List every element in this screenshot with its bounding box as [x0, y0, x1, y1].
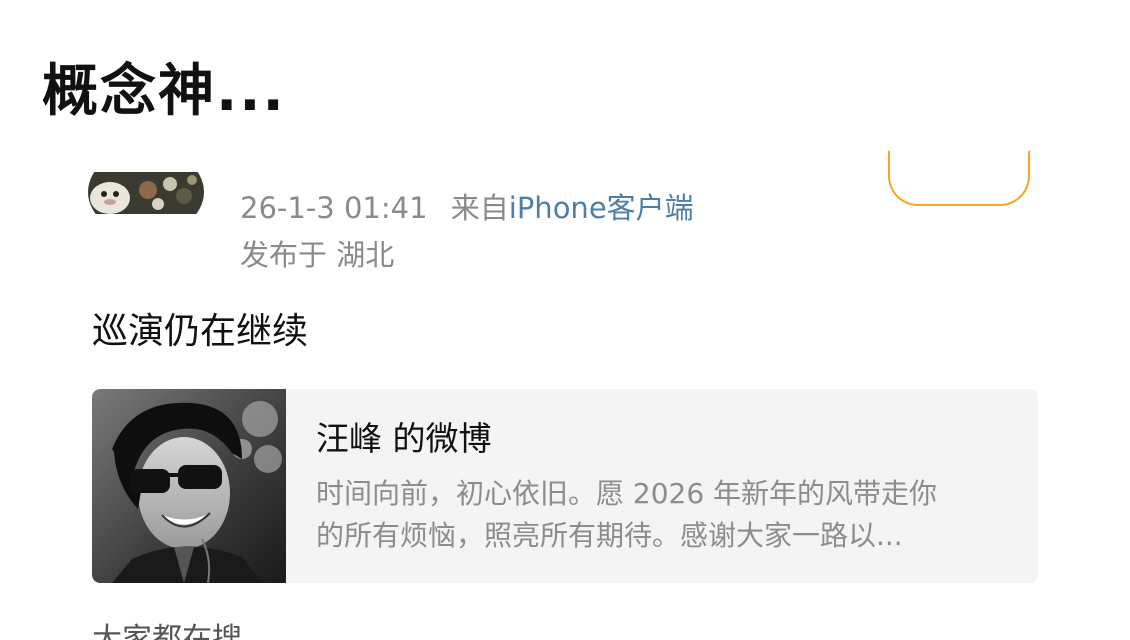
page: 概念神... 26-1-3 01:41 来自iPhone客户端 发布于 湖北 巡… — [0, 0, 1130, 640]
page-title: 概念神... — [42, 59, 286, 124]
post-meta: 26-1-3 01:41 来自iPhone客户端 — [240, 190, 694, 226]
post-source-link[interactable]: iPhone客户端 — [509, 191, 694, 225]
post-source-prefix: 来自 — [450, 191, 509, 225]
post-text: 巡演仍在继续 — [92, 311, 309, 352]
hot-search-heading: 大家都在搜 — [92, 622, 242, 640]
card-description-line: 时间向前，初心依旧。愿 2026 年新年的风带走你 — [316, 477, 938, 510]
follow-button[interactable] — [888, 150, 1030, 206]
post-time: 26-1-3 01:41 — [240, 191, 428, 225]
post-location: 发布于 湖北 — [240, 238, 395, 272]
user-avatar-icon[interactable] — [88, 172, 204, 234]
card-description-line: 的所有烦恼，照亮所有期待。感谢大家一路以... — [316, 519, 903, 552]
card-title: 汪峰 的微博 — [316, 419, 492, 458]
shared-weibo-card[interactable]: 汪峰 的微博 时间向前，初心依旧。愿 2026 年新年的风带走你 的所有烦恼，照… — [92, 389, 1038, 583]
card-description: 时间向前，初心依旧。愿 2026 年新年的风带走你 的所有烦恼，照亮所有期待。感… — [316, 473, 1016, 557]
portrait-photo-icon — [92, 389, 286, 583]
